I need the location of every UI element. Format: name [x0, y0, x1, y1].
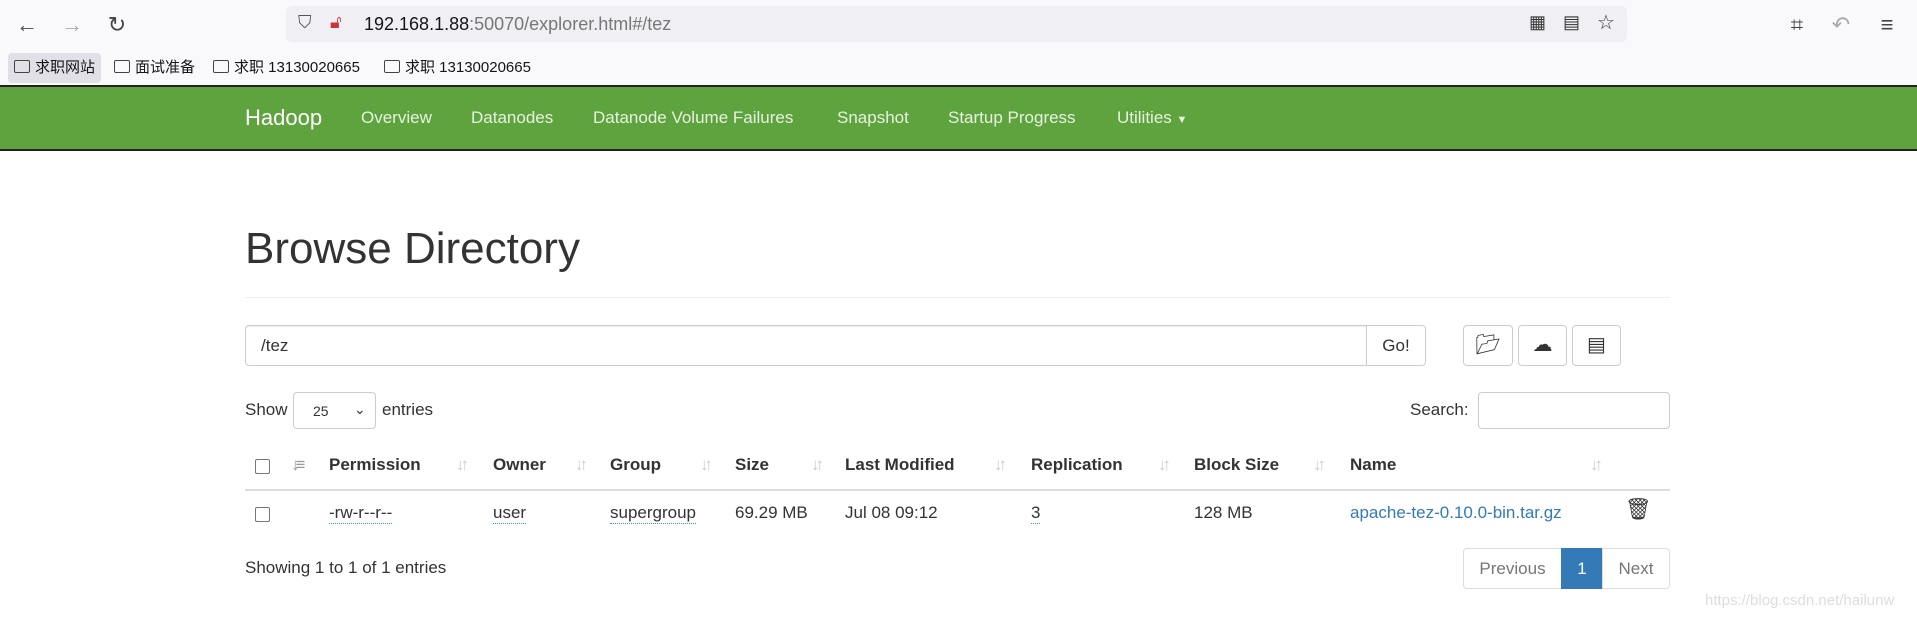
- cell-block-size: 128 MB: [1194, 503, 1253, 522]
- bookmark-0[interactable]: 求职网站: [8, 53, 102, 83]
- undo-icon[interactable]: ↶: [1828, 12, 1854, 38]
- bookmark-star-icon[interactable]: ☆: [1597, 10, 1615, 35]
- sort-icon[interactable]: ↓↑: [1313, 455, 1326, 475]
- show-label: Show: [245, 400, 288, 419]
- row-checkbox[interactable]: [255, 507, 270, 522]
- sort-icon[interactable]: ↓↑: [1590, 455, 1603, 475]
- trash-icon[interactable]: 🗑︎: [1625, 498, 1652, 522]
- sort-icon[interactable]: ↓↑: [994, 455, 1007, 475]
- watermark: https://blog.csdn.net/hailunw: [1705, 592, 1895, 609]
- cell-size: 69.29 MB: [735, 503, 808, 522]
- bookmark-1[interactable]: 面试准备: [108, 53, 201, 83]
- sort-asc-icon[interactable]: ↓≡: [291, 455, 306, 475]
- sort-icon[interactable]: ↓↑: [575, 455, 588, 475]
- path-value: /tez: [261, 336, 289, 355]
- select-all-checkbox[interactable]: [255, 459, 270, 474]
- brand-link[interactable]: Hadoop: [245, 105, 322, 131]
- cell-group[interactable]: supergroup: [610, 503, 697, 524]
- folder-icon: [213, 60, 229, 73]
- header-group[interactable]: Group: [610, 455, 661, 475]
- header-name[interactable]: Name: [1350, 455, 1396, 475]
- file-name-link[interactable]: apache-tez-0.10.0-bin.tar.gz: [1350, 503, 1562, 523]
- header-permission[interactable]: Permission: [329, 455, 421, 475]
- header-owner[interactable]: Owner: [493, 455, 546, 475]
- divider: [245, 297, 1670, 298]
- nav-datanodes[interactable]: Datanodes: [471, 108, 553, 128]
- reload-icon[interactable]: ↻: [104, 12, 130, 38]
- menu-icon[interactable]: ≡: [1874, 12, 1900, 38]
- crop-icon[interactable]: ⌗: [1784, 12, 1810, 38]
- url-host: 192.168.1.88: [364, 14, 470, 34]
- header-last-modified[interactable]: Last Modified: [845, 455, 955, 475]
- cell-owner[interactable]: user: [493, 503, 527, 524]
- go-button[interactable]: Go!: [1366, 325, 1426, 366]
- cut-paste-button[interactable]: ▤: [1572, 325, 1621, 366]
- navbar: Hadoop Overview Datanodes Datanode Volum…: [0, 85, 1917, 151]
- nav-snapshot[interactable]: Snapshot: [837, 108, 909, 128]
- bookmark-label: 求职网站: [35, 59, 96, 76]
- bookmark-3[interactable]: 求职 13130020665: [378, 53, 537, 83]
- next-button[interactable]: Next: [1602, 548, 1670, 589]
- table-info: Showing 1 to 1 of 1 entries: [245, 558, 447, 577]
- cell-last-modified: Jul 08 09:12: [845, 503, 938, 522]
- reader-view-icon[interactable]: ▤: [1563, 12, 1580, 33]
- cell-replication[interactable]: 3: [1031, 503, 1041, 524]
- cloud-upload-icon: ☁: [1532, 334, 1553, 356]
- bookmark-label: 面试准备: [135, 59, 196, 76]
- folder-icon: [14, 60, 30, 73]
- page-1-button[interactable]: 1: [1561, 548, 1603, 589]
- url-path: :50070/explorer.html#/tez: [469, 14, 672, 34]
- nav-startup-progress[interactable]: Startup Progress: [948, 108, 1076, 128]
- url-bar[interactable]: ⛉ 🔓︎ 192.168.1.88:50070/explorer.html#/t…: [286, 6, 1627, 42]
- insecure-lock-icon[interactable]: 🔓︎: [330, 12, 342, 33]
- bookmark-2[interactable]: 求职 13130020665: [207, 53, 366, 83]
- bookmark-label: 求职 13130020665: [234, 59, 360, 76]
- header-replication[interactable]: Replication: [1031, 455, 1123, 475]
- bookmark-label: 求职 13130020665: [405, 59, 531, 76]
- page-title: Browse Directory: [245, 224, 580, 273]
- folder-icon: [384, 60, 400, 73]
- sort-icon[interactable]: ↓↑: [700, 455, 713, 475]
- shield-icon[interactable]: ⛉: [298, 12, 312, 33]
- nav-utilities-label: Utilities: [1117, 108, 1172, 127]
- entries-value: 25: [313, 403, 329, 419]
- forward-icon[interactable]: →: [59, 12, 85, 38]
- sort-icon[interactable]: ↓↑: [811, 455, 824, 475]
- entries-select[interactable]: 25 ⌄: [293, 392, 376, 429]
- path-input[interactable]: /tez: [245, 325, 1367, 366]
- header-border: [245, 489, 1670, 491]
- entries-label: entries: [382, 400, 434, 419]
- browser-chrome: ← → ↻ ⛉ 🔓︎ 192.168.1.88:50070/explorer.h…: [0, 0, 1917, 86]
- nav-overview[interactable]: Overview: [361, 108, 432, 128]
- sort-icon[interactable]: ↓↑: [1158, 455, 1171, 475]
- qr-code-icon[interactable]: ▦: [1529, 12, 1546, 33]
- folder-icon: [114, 60, 130, 73]
- nav-datanode-volume-failures[interactable]: Datanode Volume Failures: [593, 108, 793, 128]
- chevron-down-icon: ⌄: [354, 401, 366, 417]
- cell-permission[interactable]: -rw-r--r--: [329, 503, 393, 524]
- header-block-size[interactable]: Block Size: [1194, 455, 1279, 475]
- previous-button[interactable]: Previous: [1463, 548, 1562, 589]
- header-size[interactable]: Size: [735, 455, 769, 475]
- search-label: Search:: [1410, 400, 1469, 419]
- search-input[interactable]: [1478, 392, 1670, 429]
- folder-open-icon: 📂︎: [1475, 334, 1501, 356]
- nav-utilities[interactable]: Utilities ▼: [1117, 108, 1187, 128]
- back-icon[interactable]: ←: [14, 12, 40, 38]
- caret-down-icon: ▼: [1176, 114, 1188, 126]
- sort-icon[interactable]: ↓↑: [456, 455, 469, 475]
- list-alt-icon: ▤: [1587, 334, 1606, 356]
- upload-button[interactable]: ☁: [1518, 325, 1567, 366]
- url-text[interactable]: 192.168.1.88:50070/explorer.html#/tez: [364, 14, 671, 35]
- create-directory-button[interactable]: 📂︎: [1463, 325, 1513, 366]
